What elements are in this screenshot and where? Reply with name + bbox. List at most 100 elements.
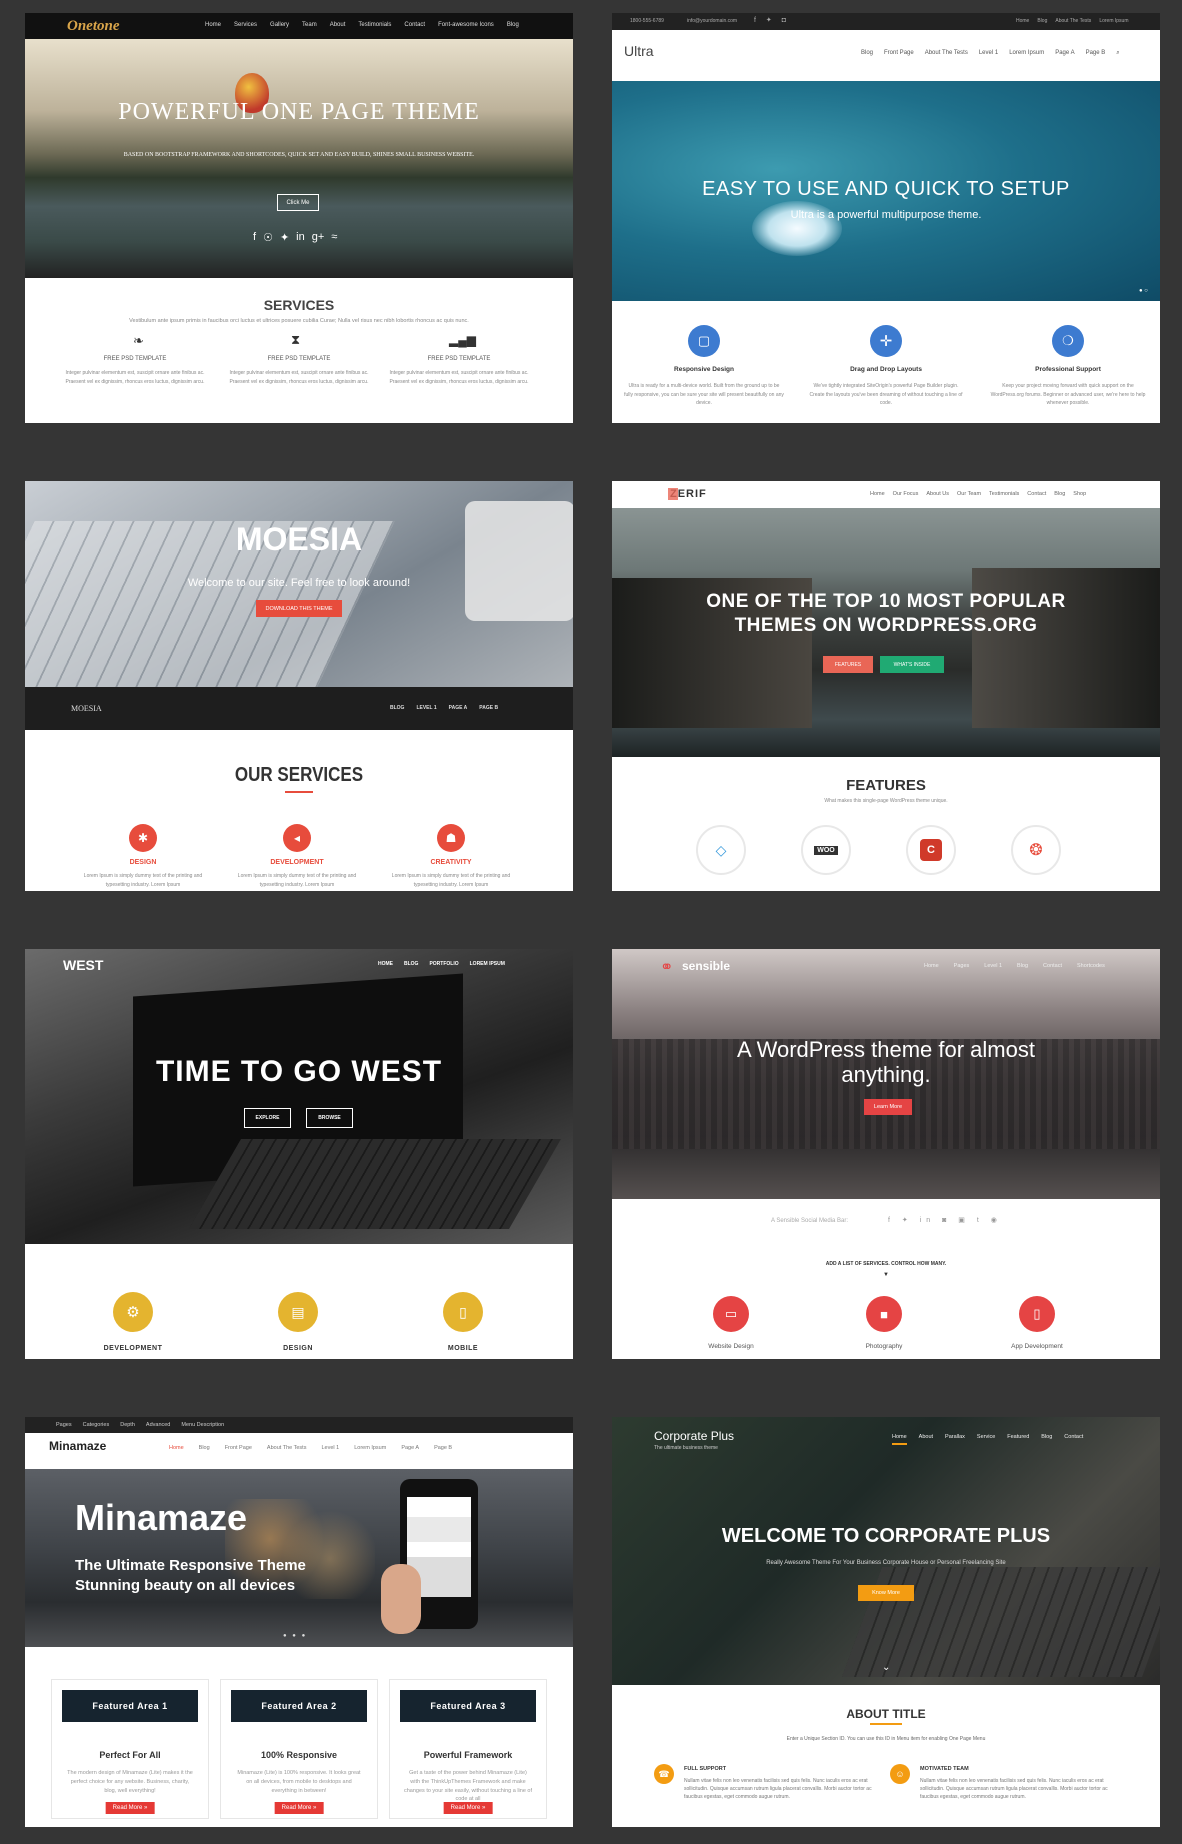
- nav-item[interactable]: LOREM IPSUM: [470, 961, 505, 967]
- nav-item[interactable]: Categories: [83, 1422, 110, 1428]
- facebook-icon[interactable]: f: [253, 231, 256, 244]
- nav-item[interactable]: Lorem Ipsum: [1009, 50, 1044, 57]
- read-more-button[interactable]: Read More »: [105, 1802, 155, 1814]
- read-more-button[interactable]: Read More »: [274, 1802, 324, 1814]
- nav-item[interactable]: LEVEL 1: [416, 705, 436, 711]
- nav-item[interactable]: Contact: [1064, 1434, 1083, 1445]
- slider-dots[interactable]: ● ○: [1139, 288, 1148, 294]
- nav-item[interactable]: Featured: [1007, 1434, 1029, 1445]
- nav-item[interactable]: Blog: [1037, 18, 1047, 24]
- nav-item[interactable]: Page A: [1055, 50, 1074, 57]
- nav-item[interactable]: Level 1: [979, 50, 998, 57]
- ultra-logo[interactable]: Ultra: [624, 43, 654, 59]
- nav-item[interactable]: Blog: [1054, 491, 1065, 497]
- corporate-plus-card[interactable]: Corporate Plus The ultimate business the…: [612, 1417, 1160, 1827]
- nav-item[interactable]: Home: [870, 491, 885, 497]
- ultra-phone[interactable]: 1800-555-6789: [630, 18, 664, 24]
- nav-item[interactable]: Contact: [404, 22, 425, 28]
- minamaze-card[interactable]: Pages Categories Depth Advanced Menu Des…: [25, 1417, 573, 1827]
- linkedin-icon[interactable]: in: [296, 231, 305, 244]
- nav-item[interactable]: About Us: [926, 491, 949, 497]
- nav-item[interactable]: Lorem Ipsum: [354, 1445, 386, 1451]
- nav-item[interactable]: Parallax: [945, 1434, 965, 1445]
- nav-item[interactable]: HOME: [378, 961, 393, 967]
- skype-icon[interactable]: ☉: [263, 231, 273, 244]
- click-me-button[interactable]: Click Me: [277, 194, 319, 211]
- rss-icon[interactable]: ≈: [331, 231, 337, 244]
- chevron-down-icon[interactable]: ⌄: [882, 1662, 890, 1673]
- nav-item[interactable]: Our Team: [957, 491, 981, 497]
- twitter-icon[interactable]: ✦: [280, 231, 289, 244]
- nav-item[interactable]: Testimonials: [989, 491, 1019, 497]
- nav-item[interactable]: BLOG: [404, 961, 418, 967]
- nav-item[interactable]: Service: [977, 1434, 995, 1445]
- nav-item[interactable]: Contact: [1027, 491, 1046, 497]
- nav-item[interactable]: Pages: [954, 963, 970, 969]
- moesia-bar-logo[interactable]: MOESIA: [71, 704, 102, 713]
- sensible-logo-icon[interactable]: ⚭: [660, 957, 673, 977]
- minamaze-logo[interactable]: Minamaze: [49, 1439, 106, 1453]
- nav-item[interactable]: Shortcodes: [1077, 963, 1105, 969]
- nav-item[interactable]: About: [330, 22, 346, 28]
- nav-item[interactable]: Team: [302, 22, 317, 28]
- nav-item[interactable]: Front Page: [225, 1445, 252, 1451]
- whats-inside-button[interactable]: WHAT'S INSIDE: [880, 656, 944, 673]
- nav-item[interactable]: PAGE A: [449, 705, 468, 711]
- nav-item[interactable]: Gallery: [270, 22, 289, 28]
- onetone-card[interactable]: Onetone Home Services Gallery Team About…: [25, 13, 573, 423]
- nav-item[interactable]: Pages: [56, 1422, 72, 1428]
- ultra-email[interactable]: info@yourdomain.com: [687, 18, 737, 24]
- nav-item[interactable]: Blog: [861, 50, 873, 57]
- nav-item[interactable]: Services: [234, 22, 257, 28]
- nav-item[interactable]: Shop: [1073, 491, 1086, 497]
- nav-item[interactable]: Page B: [1086, 50, 1106, 57]
- nav-item[interactable]: Home: [924, 963, 939, 969]
- nav-item[interactable]: Menu Description: [181, 1422, 224, 1428]
- moesia-card[interactable]: MOESIA Welcome to our site. Feel free to…: [25, 481, 573, 891]
- nav-item[interactable]: About The Tests: [925, 50, 968, 57]
- nav-item[interactable]: Blog: [199, 1445, 210, 1451]
- nav-item[interactable]: PAGE B: [479, 705, 498, 711]
- nav-item[interactable]: Level 1: [984, 963, 1002, 969]
- explore-button[interactable]: EXPLORE: [244, 1108, 291, 1128]
- nav-item[interactable]: Home: [1016, 18, 1029, 24]
- nav-item[interactable]: Contact: [1043, 963, 1062, 969]
- onetone-logo[interactable]: Onetone: [67, 18, 120, 35]
- nav-item[interactable]: Blog: [1041, 1434, 1052, 1445]
- nav-item[interactable]: About: [919, 1434, 933, 1445]
- learn-more-button[interactable]: Learn More: [864, 1099, 912, 1115]
- west-logo[interactable]: WEST: [63, 957, 103, 973]
- download-theme-button[interactable]: DOWNLOAD THIS THEME: [256, 600, 342, 617]
- nav-item[interactable]: Front Page: [884, 50, 914, 57]
- nav-item-home[interactable]: Home: [892, 1434, 907, 1445]
- west-card[interactable]: WEST HOME BLOG PORTFOLIO LOREM IPSUM TIM…: [25, 949, 573, 1359]
- read-more-button[interactable]: Read More »: [443, 1802, 493, 1814]
- nav-item[interactable]: Blog: [1017, 963, 1028, 969]
- corporate-logo[interactable]: Corporate Plus: [654, 1429, 734, 1443]
- browse-button[interactable]: BROWSE: [306, 1108, 353, 1128]
- nav-item[interactable]: Testimonials: [358, 22, 391, 28]
- search-icon[interactable]: ⌕: [1116, 50, 1119, 57]
- nav-item[interactable]: Depth: [120, 1422, 135, 1428]
- nav-item[interactable]: Advanced: [146, 1422, 170, 1428]
- nav-item[interactable]: Home: [205, 22, 221, 28]
- nav-item[interactable]: About The Tests: [267, 1445, 307, 1451]
- slider-dots[interactable]: ● ● ●: [283, 1633, 307, 1639]
- google-plus-icon[interactable]: g+: [312, 231, 325, 244]
- nav-item[interactable]: PORTFOLIO: [429, 961, 458, 967]
- nav-item[interactable]: Lorem Ipsum: [1099, 18, 1128, 24]
- nav-item[interactable]: Page A: [401, 1445, 419, 1451]
- nav-item[interactable]: Blog: [507, 22, 519, 28]
- features-button[interactable]: FEATURES: [823, 656, 873, 673]
- nav-item[interactable]: Level 1: [321, 1445, 339, 1451]
- nav-item-home[interactable]: Home: [169, 1445, 184, 1451]
- zerif-card[interactable]: ZERIF Home Our Focus About Us Our Team T…: [612, 481, 1160, 891]
- nav-item[interactable]: Page B: [434, 1445, 452, 1451]
- ultra-card[interactable]: 1800-555-6789 info@yourdomain.com f ✦ ◘ …: [612, 13, 1160, 423]
- nav-item[interactable]: BLOG: [390, 705, 404, 711]
- sensible-logo[interactable]: sensible: [682, 959, 730, 973]
- know-more-button[interactable]: Know More: [858, 1585, 914, 1601]
- nav-item[interactable]: Font-awesome Icons: [438, 22, 494, 28]
- nav-item[interactable]: About The Tests: [1055, 18, 1091, 24]
- nav-item[interactable]: Our Focus: [893, 491, 919, 497]
